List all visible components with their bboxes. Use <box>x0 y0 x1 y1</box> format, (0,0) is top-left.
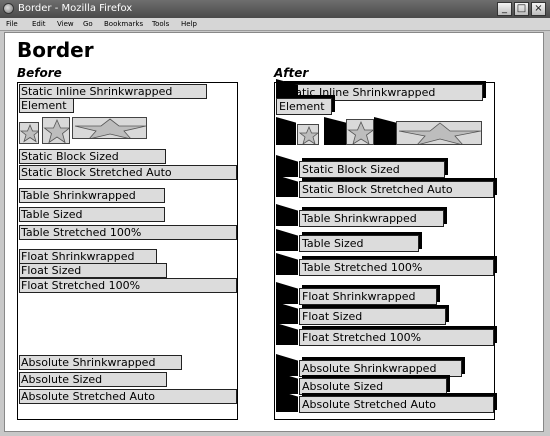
after-star-wide <box>396 121 482 145</box>
menu-view[interactable]: View <box>57 18 74 31</box>
window-title: Border - Mozilla Firefox <box>18 3 133 14</box>
before-table-sized: Table Sized <box>19 207 165 222</box>
before-star-medium <box>42 117 70 144</box>
before-float-sized: Float Sized <box>19 263 167 278</box>
before-table-stretched: Table Stretched 100% <box>19 225 237 240</box>
before-table-shrink: Table Shrinkwrapped <box>19 188 165 203</box>
after-table-shrink: Table Shrinkwrapped <box>299 210 444 227</box>
before-star-small <box>19 122 39 144</box>
after-block-stretched: Static Block Stretched Auto <box>299 181 494 198</box>
after-star-medium <box>346 119 374 145</box>
after-star-wide-frame <box>374 117 396 145</box>
menubar: File Edit View Go Bookmarks Tools Help <box>0 18 550 31</box>
before-abs-shrink: Absolute Shrinkwrapped <box>19 355 182 370</box>
menu-tools[interactable]: Tools <box>152 18 169 31</box>
window-titlebar: Border - Mozilla Firefox _ □ × <box>0 0 550 18</box>
star-icon <box>74 118 146 138</box>
before-star-wide <box>72 117 147 139</box>
star-icon <box>347 121 373 144</box>
after-star-small-frame <box>276 117 296 145</box>
before-inline-line1: Static Inline Shrinkwrapped <box>19 84 207 99</box>
after-inline-corner <box>276 79 298 99</box>
after-heading: After <box>274 66 309 80</box>
before-float-shrink: Float Shrinkwrapped <box>19 249 157 264</box>
star-icon <box>20 123 38 143</box>
menu-edit[interactable]: Edit <box>32 18 46 31</box>
after-star-medium-frame <box>324 117 346 145</box>
star-icon <box>298 125 318 144</box>
after-block-sized: Static Block Sized <box>299 161 445 178</box>
minimize-button[interactable]: _ <box>497 2 512 16</box>
page-content: Border Before After Static Inline Shrink… <box>4 32 544 432</box>
star-icon <box>43 119 69 143</box>
before-heading: Before <box>17 66 62 80</box>
before-abs-sized: Absolute Sized <box>19 372 167 387</box>
after-abs-shrink: Absolute Shrinkwrapped <box>299 360 462 377</box>
star-icon <box>398 122 481 144</box>
after-inline-line2: Element <box>276 98 332 115</box>
maximize-button[interactable]: □ <box>514 2 529 16</box>
menu-go[interactable]: Go <box>83 18 93 31</box>
menu-bookmarks[interactable]: Bookmarks <box>104 18 143 31</box>
before-panel: Static Inline Shrinkwrapped Element Stat… <box>17 82 238 420</box>
after-star-small <box>297 124 319 145</box>
after-float-shrink: Float Shrinkwrapped <box>299 288 437 305</box>
close-button[interactable]: × <box>531 2 546 16</box>
menu-file[interactable]: File <box>6 18 18 31</box>
firefox-icon <box>3 3 14 14</box>
before-inline-line2: Element <box>19 98 74 113</box>
before-abs-stretched: Absolute Stretched Auto <box>19 389 237 404</box>
after-abs-sized: Absolute Sized <box>299 378 447 395</box>
page-title: Border <box>17 38 94 62</box>
before-block-stretched: Static Block Stretched Auto <box>19 165 237 180</box>
after-table-sized: Table Sized <box>299 235 419 252</box>
before-float-stretched: Float Stretched 100% <box>19 278 237 293</box>
after-float-sized: Float Sized <box>299 308 446 325</box>
after-panel: Static Inline Shrinkwrapped Element Stat… <box>274 79 495 420</box>
before-block-sized: Static Block Sized <box>19 149 166 164</box>
after-float-stretched: Float Stretched 100% <box>299 329 494 346</box>
after-abs-stretched: Absolute Stretched Auto <box>299 396 494 413</box>
after-table-stretched: Table Stretched 100% <box>299 259 494 276</box>
menu-help[interactable]: Help <box>181 18 197 31</box>
